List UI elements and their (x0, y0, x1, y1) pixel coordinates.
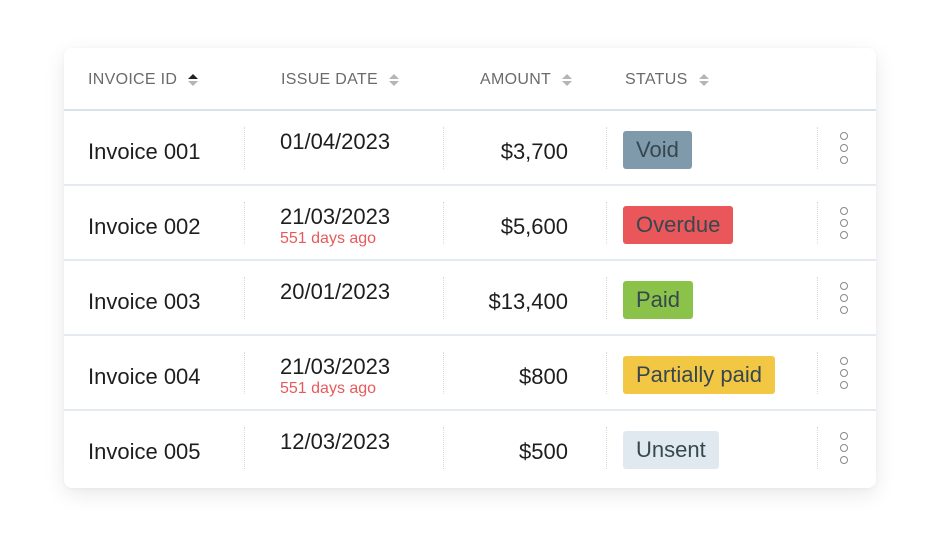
status-badge: Partially paid (623, 356, 775, 394)
column-divider (443, 427, 444, 469)
column-divider (443, 202, 444, 244)
issue-date: 21/03/2023 (280, 204, 391, 229)
column-divider (443, 127, 444, 169)
column-divider (606, 427, 607, 469)
kebab-menu-icon[interactable] (838, 356, 850, 392)
column-header-status[interactable]: STATUS (625, 71, 709, 89)
kebab-menu-icon[interactable] (838, 206, 850, 242)
status-badge: Overdue (623, 206, 734, 244)
column-label: ISSUE DATE (281, 71, 378, 88)
column-label: AMOUNT (480, 71, 552, 88)
column-divider (244, 127, 245, 169)
table-header: INVOICE ID ISSUE DATE AMOUNT STATUS (64, 48, 876, 111)
overdue-days: 551 days ago (280, 230, 377, 247)
status-badge: Unsent (623, 431, 719, 469)
column-divider (606, 127, 607, 169)
column-divider (606, 277, 607, 319)
status-badge: Void (623, 131, 692, 169)
amount: $3,700 (500, 139, 568, 164)
column-divider (443, 277, 444, 319)
kebab-menu-icon[interactable] (838, 281, 850, 317)
column-divider (244, 277, 245, 319)
column-divider (817, 352, 818, 394)
column-header-invoice-id[interactable]: INVOICE ID (88, 71, 199, 89)
sort-icon[interactable] (698, 73, 709, 87)
table-row[interactable]: Invoice 001 01/04/2023 $3,700 Void (64, 111, 876, 186)
column-divider (244, 427, 245, 469)
table-row[interactable]: Invoice 004 21/03/2023 551 days ago $800… (64, 336, 876, 411)
amount: $800 (519, 364, 568, 389)
kebab-menu-icon[interactable] (838, 431, 850, 467)
invoice-id: Invoice 002 (88, 214, 201, 239)
table-row[interactable]: Invoice 005 12/03/2023 $500 Unsent (64, 411, 876, 486)
column-divider (244, 202, 245, 244)
column-divider (244, 352, 245, 394)
amount: $5,600 (500, 214, 568, 239)
invoice-id: Invoice 001 (88, 139, 201, 164)
column-divider (443, 352, 444, 394)
sort-ascending-icon[interactable] (188, 73, 199, 87)
issue-date: 12/03/2023 (280, 429, 391, 454)
column-header-amount[interactable]: AMOUNT (480, 71, 573, 89)
table-row[interactable]: Invoice 003 20/01/2023 $13,400 Paid (64, 261, 876, 336)
issue-date: 20/01/2023 (280, 279, 391, 304)
issue-date: 21/03/2023 (280, 354, 391, 379)
amount: $13,400 (488, 289, 568, 314)
sort-icon[interactable] (388, 73, 399, 87)
invoice-id: Invoice 005 (88, 439, 201, 464)
column-label: INVOICE ID (88, 71, 178, 88)
invoice-id: Invoice 003 (88, 289, 201, 314)
table-row[interactable]: Invoice 002 21/03/2023 551 days ago $5,6… (64, 186, 876, 261)
status-badge: Paid (623, 281, 694, 319)
overdue-days: 551 days ago (280, 380, 377, 397)
invoice-id: Invoice 004 (88, 364, 201, 389)
amount: $500 (519, 439, 568, 464)
column-label: STATUS (625, 71, 688, 88)
kebab-menu-icon[interactable] (838, 131, 850, 167)
issue-date: 01/04/2023 (280, 129, 391, 154)
column-divider (817, 202, 818, 244)
sort-icon[interactable] (562, 73, 573, 87)
invoice-table: INVOICE ID ISSUE DATE AMOUNT STATUS Invo… (64, 48, 876, 488)
column-divider (606, 352, 607, 394)
column-divider (817, 277, 818, 319)
column-divider (817, 127, 818, 169)
column-divider (606, 202, 607, 244)
column-divider (817, 427, 818, 469)
column-header-issue-date[interactable]: ISSUE DATE (281, 71, 399, 89)
